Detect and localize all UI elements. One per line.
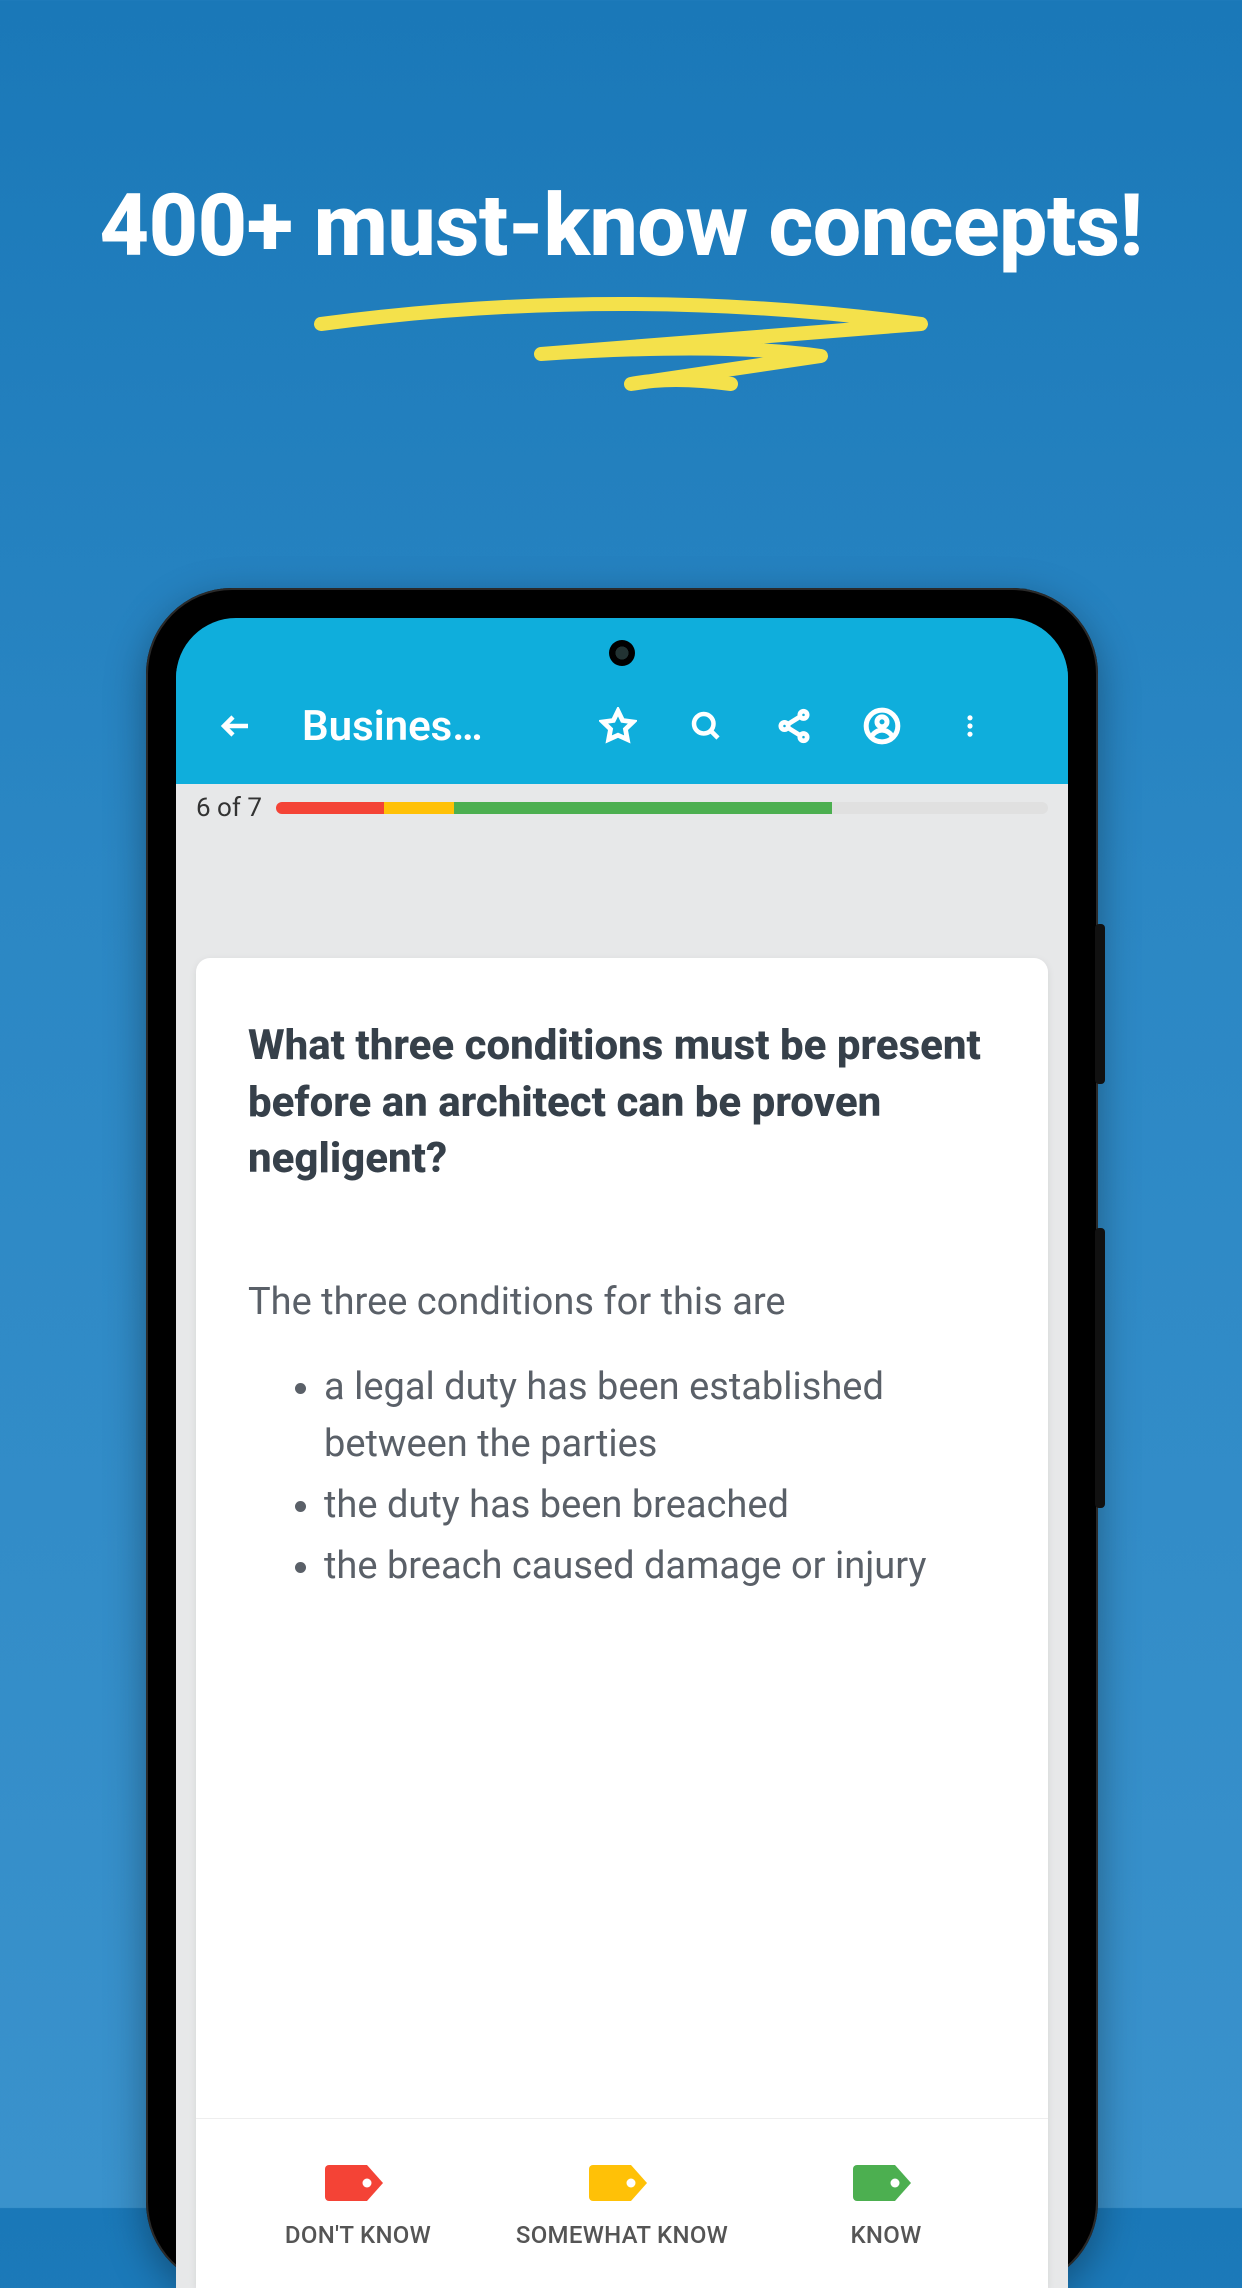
promo-headline: 400+ must-know concepts! xyxy=(0,175,1242,276)
list-item: the breach caused damage or injury xyxy=(324,1538,996,1595)
progress-row: 6 of 7 xyxy=(176,784,1068,832)
promo-headline-block: 400+ must-know concepts! xyxy=(0,175,1242,404)
profile-button[interactable] xyxy=(850,694,914,758)
app-body: 6 of 7 What three conditions must be pre… xyxy=(176,784,1068,2288)
share-icon xyxy=(775,707,813,745)
share-button[interactable] xyxy=(762,694,826,758)
device-frame: Busines… xyxy=(146,588,1098,2288)
rate-label: SOMEWHAT KNOW xyxy=(516,2221,728,2249)
rate-label: KNOW xyxy=(850,2221,921,2249)
flashcard-answer-list: a legal duty has been established betwee… xyxy=(248,1359,996,1599)
search-icon xyxy=(688,708,724,744)
device-side-button xyxy=(1095,1228,1105,1508)
device-side-button xyxy=(1095,924,1105,1084)
list-item: the duty has been breached xyxy=(324,1477,996,1534)
flashcard-answer-intro: The three conditions for this are xyxy=(248,1274,996,1331)
more-vert-icon xyxy=(956,708,984,744)
progress-bar xyxy=(276,802,1048,814)
progress-segment-yellow xyxy=(384,802,453,814)
flashcard-question: What three conditions must be present be… xyxy=(248,1018,996,1188)
star-outline-icon xyxy=(599,707,637,745)
profile-circle-icon xyxy=(862,706,902,746)
back-button[interactable] xyxy=(204,694,268,758)
tag-yellow-icon xyxy=(587,2159,657,2207)
flashcard[interactable]: What three conditions must be present be… xyxy=(196,958,1048,2288)
favorite-button[interactable] xyxy=(586,694,650,758)
progress-segment-green xyxy=(454,802,832,814)
device-screen: Busines… xyxy=(176,618,1068,2288)
progress-segment-red xyxy=(276,802,384,814)
overflow-menu-button[interactable] xyxy=(938,694,1002,758)
search-button[interactable] xyxy=(674,694,738,758)
tag-green-icon xyxy=(851,2159,921,2207)
rating-footer: DON'T KNOW SOMEWHAT KNOW KNOW xyxy=(196,2118,1048,2288)
rate-label: DON'T KNOW xyxy=(285,2221,431,2249)
app-bar: Busines… xyxy=(176,668,1068,784)
rate-somewhat-know-button[interactable]: SOMEWHAT KNOW xyxy=(512,2159,732,2249)
appbar-title: Busines… xyxy=(302,702,562,751)
arrow-left-icon xyxy=(218,708,254,744)
rate-know-button[interactable]: KNOW xyxy=(776,2159,996,2249)
swoosh-underline-icon xyxy=(301,294,941,404)
device-camera-icon xyxy=(609,640,635,666)
progress-label: 6 of 7 xyxy=(196,793,262,823)
tag-red-icon xyxy=(323,2159,393,2207)
list-item: a legal duty has been established betwee… xyxy=(324,1359,996,1473)
rate-dont-know-button[interactable]: DON'T KNOW xyxy=(248,2159,468,2249)
